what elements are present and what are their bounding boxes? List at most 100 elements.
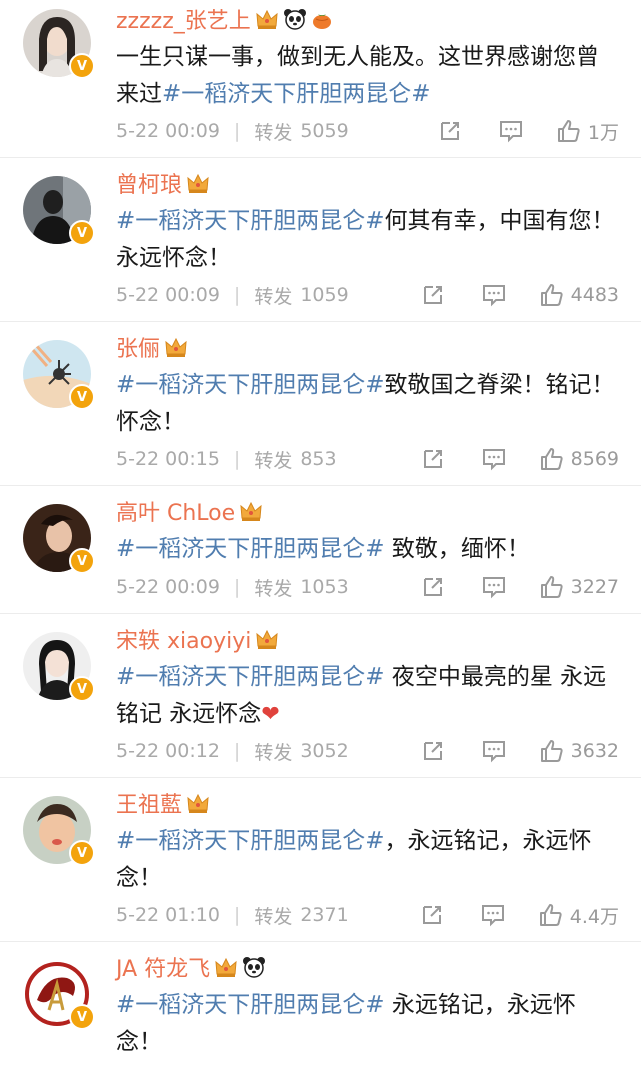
comment-item: V 曾柯琅 #一稻济天下肝胆两昆仑#何其有幸，中国有您！永远怀念！ 5-22 0… bbox=[0, 158, 641, 322]
share-button[interactable] bbox=[421, 447, 445, 471]
like-count: 3632 bbox=[570, 740, 619, 762]
comment-text: #一稻济天下肝胆两昆仑#致敬国之脊梁！铭记！怀念！ bbox=[116, 372, 615, 435]
hashtag-link[interactable]: #一稻济天下肝胆两昆仑# bbox=[116, 372, 385, 398]
share-icon bbox=[422, 906, 441, 924]
comment-item: V 宋轶 xiaoyiyi #一稻济天下肝胆两昆仑# 夜空中最亮的星 永远铭记 … bbox=[0, 614, 641, 778]
verified-badge-icon: V bbox=[69, 1004, 95, 1030]
comment-item: V zzzzz_张艺上 一生只谋一事，做到无人能及。这世界感谢您曾来过#一稻济天… bbox=[0, 0, 641, 158]
avatar[interactable]: V bbox=[23, 340, 95, 410]
crown-icon bbox=[187, 173, 209, 193]
verified-badge-icon: V bbox=[69, 840, 95, 866]
verified-badge-icon: V bbox=[69, 676, 95, 702]
avatar[interactable]: V bbox=[23, 9, 95, 79]
comment-item: V 张俪 #一稻济天下肝胆两昆仑#致敬国之脊梁！铭记！怀念！ 5-22 00:1… bbox=[0, 322, 641, 486]
username[interactable]: 张俪 bbox=[116, 331, 160, 363]
like-button[interactable]: 8569 bbox=[539, 446, 619, 472]
hashtag-link[interactable]: #一稻济天下肝胆两昆仑# bbox=[116, 536, 385, 562]
like-button[interactable]: 3632 bbox=[539, 738, 619, 764]
repost-label: 转发 bbox=[254, 449, 293, 472]
comment-item: V 高叶 ChLoe #一稻济天下肝胆两昆仑# 致敬，缅怀！ 5-22 00:0… bbox=[0, 486, 641, 614]
comment-meta: 5-22 00:09 | 转发 5059 1万 bbox=[116, 117, 619, 145]
comment-button[interactable] bbox=[481, 739, 507, 763]
like-button[interactable]: 1万 bbox=[556, 118, 619, 145]
repost-label: 转发 bbox=[254, 905, 293, 928]
divider: | bbox=[233, 448, 241, 470]
share-button[interactable] bbox=[421, 575, 445, 599]
username-row: 宋轶 xiaoyiyi bbox=[116, 624, 279, 654]
comment-meta: 5-22 01:10 | 转发 2371 4.4万 bbox=[116, 901, 619, 929]
timestamp: 5-22 01:10 bbox=[116, 904, 220, 926]
comment-icon bbox=[482, 577, 505, 599]
avatar[interactable]: V bbox=[23, 632, 95, 702]
repost-count: 5059 bbox=[300, 120, 349, 142]
crown-icon bbox=[187, 793, 209, 813]
comment-item: V JA 符龙飞 #一稻济天下肝胆两昆仑# 永远铭记，永远怀念！ bbox=[0, 942, 641, 1070]
hashtag-link[interactable]: #一稻济天下肝胆两昆仑# bbox=[116, 664, 385, 690]
hashtag-link[interactable]: #一稻济天下肝胆两昆仑# bbox=[116, 992, 385, 1018]
comment-text: #一稻济天下肝胆两昆仑#，永远铭记，永远怀念！ bbox=[116, 828, 592, 891]
share-icon bbox=[423, 450, 442, 468]
like-button[interactable]: 3227 bbox=[539, 574, 619, 600]
comment-icon bbox=[481, 905, 504, 927]
username-row: zzzzz_张艺上 bbox=[116, 4, 333, 34]
repost-label: 转发 bbox=[254, 285, 293, 308]
repost-count: 1053 bbox=[300, 576, 349, 598]
username[interactable]: 曾柯琅 bbox=[116, 167, 182, 199]
repost-count: 1059 bbox=[300, 284, 349, 306]
heart-emoji: ❤ bbox=[261, 702, 280, 727]
comment-button[interactable] bbox=[480, 903, 506, 927]
like-button[interactable]: 4483 bbox=[539, 282, 619, 308]
thumbs-up-icon bbox=[540, 448, 563, 470]
comment-text: #一稻济天下肝胆两昆仑# 致敬，缅怀！ bbox=[116, 536, 530, 562]
verified-badge-icon: V bbox=[69, 220, 95, 246]
verified-badge-icon: V bbox=[69, 384, 95, 410]
divider: | bbox=[233, 284, 241, 306]
comment-meta: 5-22 00:12 | 转发 3052 3632 bbox=[116, 737, 619, 765]
hashtag-link[interactable]: #一稻济天下肝胆两昆仑# bbox=[116, 828, 385, 854]
share-button[interactable] bbox=[438, 119, 462, 143]
comment-button[interactable] bbox=[481, 447, 507, 471]
timestamp: 5-22 00:09 bbox=[116, 284, 220, 306]
crown-icon bbox=[256, 9, 278, 29]
divider: | bbox=[233, 740, 241, 762]
avatar[interactable]: V bbox=[23, 504, 95, 574]
comment-feed: V zzzzz_张艺上 一生只谋一事，做到无人能及。这世界感谢您曾来过#一稻济天… bbox=[0, 0, 641, 1070]
username[interactable]: 高叶 ChLoe bbox=[116, 495, 235, 527]
avatar[interactable]: V bbox=[23, 796, 95, 866]
comment-icon bbox=[482, 449, 505, 471]
like-count: 8569 bbox=[570, 448, 619, 470]
username-row: 高叶 ChLoe bbox=[116, 496, 263, 526]
share-button[interactable] bbox=[420, 903, 444, 927]
repost-count: 3052 bbox=[300, 740, 349, 762]
like-button[interactable]: 4.4万 bbox=[538, 902, 619, 929]
like-count: 3227 bbox=[570, 576, 619, 598]
comment-button[interactable] bbox=[498, 119, 524, 143]
username[interactable]: 王祖藍 bbox=[116, 787, 182, 819]
comment-icon bbox=[482, 741, 505, 763]
crown-icon bbox=[256, 629, 278, 649]
timestamp: 5-22 00:12 bbox=[116, 740, 220, 762]
like-count: 4.4万 bbox=[569, 905, 619, 928]
repost-count: 853 bbox=[300, 448, 337, 470]
crown-icon bbox=[240, 501, 262, 521]
username[interactable]: JA 符龙飞 bbox=[116, 951, 210, 983]
comment-button[interactable] bbox=[481, 575, 507, 599]
timestamp: 5-22 00:09 bbox=[116, 576, 220, 598]
username[interactable]: 宋轶 xiaoyiyi bbox=[116, 623, 251, 655]
username[interactable]: zzzzz_张艺上 bbox=[116, 3, 251, 35]
share-button[interactable] bbox=[421, 739, 445, 763]
like-count: 1万 bbox=[587, 121, 619, 144]
hashtag-link[interactable]: #一稻济天下肝胆两昆仑# bbox=[116, 208, 385, 234]
comment-meta: 5-22 00:09 | 转发 1053 3227 bbox=[116, 573, 619, 601]
comment-button[interactable] bbox=[481, 283, 507, 307]
comment-text: #一稻济天下肝胆两昆仑# 永远铭记，永远怀念！ bbox=[116, 992, 576, 1055]
share-icon bbox=[440, 122, 459, 140]
hashtag-link[interactable]: #一稻济天下肝胆两昆仑# bbox=[162, 81, 431, 107]
thumbs-up-icon bbox=[557, 120, 580, 142]
share-button[interactable] bbox=[421, 283, 445, 307]
comment-icon bbox=[499, 121, 522, 143]
divider: | bbox=[233, 904, 241, 926]
avatar[interactable]: V bbox=[23, 176, 95, 246]
comment-text: #一稻济天下肝胆两昆仑# 夜空中最亮的星 永远铭记 永远怀念❤ bbox=[116, 664, 607, 727]
avatar[interactable]: V bbox=[23, 960, 95, 1030]
